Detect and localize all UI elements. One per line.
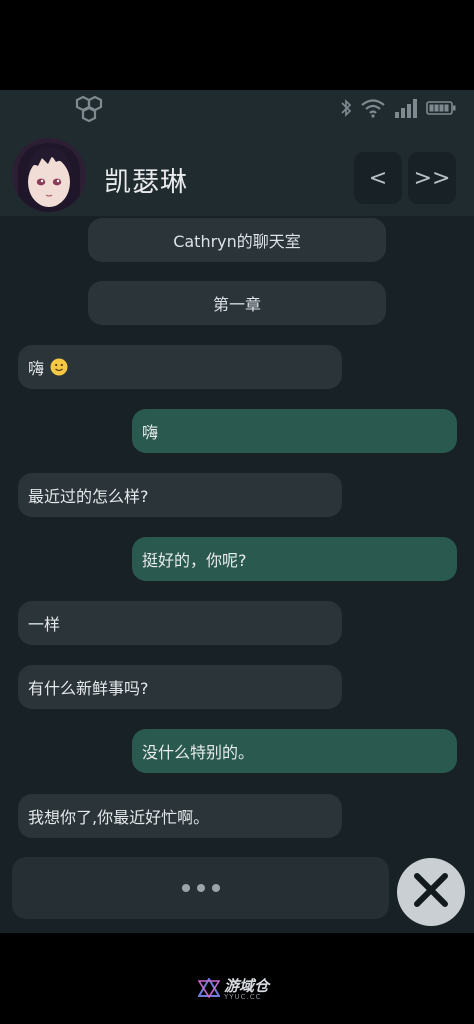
system-status-icons xyxy=(340,98,456,122)
skip-forward-button[interactable]: >> xyxy=(408,152,456,204)
watermark-logo-icon xyxy=(197,977,221,1002)
message-text: 有什么新鲜事吗? xyxy=(28,679,149,698)
incoming-message: 最近过的怎么样? xyxy=(18,473,342,517)
slightly-smiling-face-icon xyxy=(50,358,68,376)
incoming-message: 一样 xyxy=(18,601,342,645)
system-message: Cathryn的聊天室 xyxy=(88,218,386,262)
wifi-icon xyxy=(360,98,386,122)
reply-options-button[interactable] xyxy=(12,857,389,919)
battery-icon xyxy=(426,100,456,120)
game-logo-icon xyxy=(74,95,104,127)
close-icon xyxy=(411,870,451,914)
close-button[interactable] xyxy=(397,858,465,926)
message-text: 我想你了,你最近好忙啊。 xyxy=(28,808,210,827)
system-message: 第一章 xyxy=(88,281,386,325)
chat-app: 凯瑟琳 < >> Cathryn的聊天室 第一章 嗨 嗨 最近过的怎么样? 挺好… xyxy=(0,90,474,933)
typing-dots-icon xyxy=(181,884,220,892)
message-text: 第一章 xyxy=(212,295,261,314)
outgoing-message: 没什么特别的。 xyxy=(132,729,457,773)
message-text: 一样 xyxy=(28,615,61,634)
contact-name: 凯瑟琳 xyxy=(104,167,188,198)
status-bar xyxy=(0,90,474,126)
chat-header: 凯瑟琳 < >> xyxy=(0,126,474,216)
bluetooth-icon xyxy=(340,98,352,122)
message-text: 挺好的，你呢? xyxy=(142,551,247,570)
signal-icon xyxy=(394,98,418,122)
message-text: 最近过的怎么样? xyxy=(28,487,149,506)
watermark: 游域仓 YYUC.CC xyxy=(197,977,270,1002)
message-text: 嗨 xyxy=(28,359,45,378)
incoming-message: 有什么新鲜事吗? xyxy=(18,665,342,709)
watermark-brand: 游域仓 xyxy=(224,977,270,995)
avatar[interactable] xyxy=(12,138,86,212)
incoming-message: 嗨 xyxy=(18,345,342,389)
message-text: Cathryn的聊天室 xyxy=(173,232,301,251)
incoming-message: 我想你了,你最近好忙啊。 xyxy=(18,794,342,838)
message-text: 没什么特别的。 xyxy=(142,743,255,762)
outgoing-message: 嗨 xyxy=(132,409,457,453)
outgoing-message: 挺好的，你呢? xyxy=(132,537,457,581)
message-text: 嗨 xyxy=(142,423,159,442)
previous-button[interactable]: < xyxy=(354,152,402,204)
message-list[interactable]: Cathryn的聊天室 第一章 嗨 嗨 最近过的怎么样? 挺好的，你呢? 一样 … xyxy=(0,216,474,856)
